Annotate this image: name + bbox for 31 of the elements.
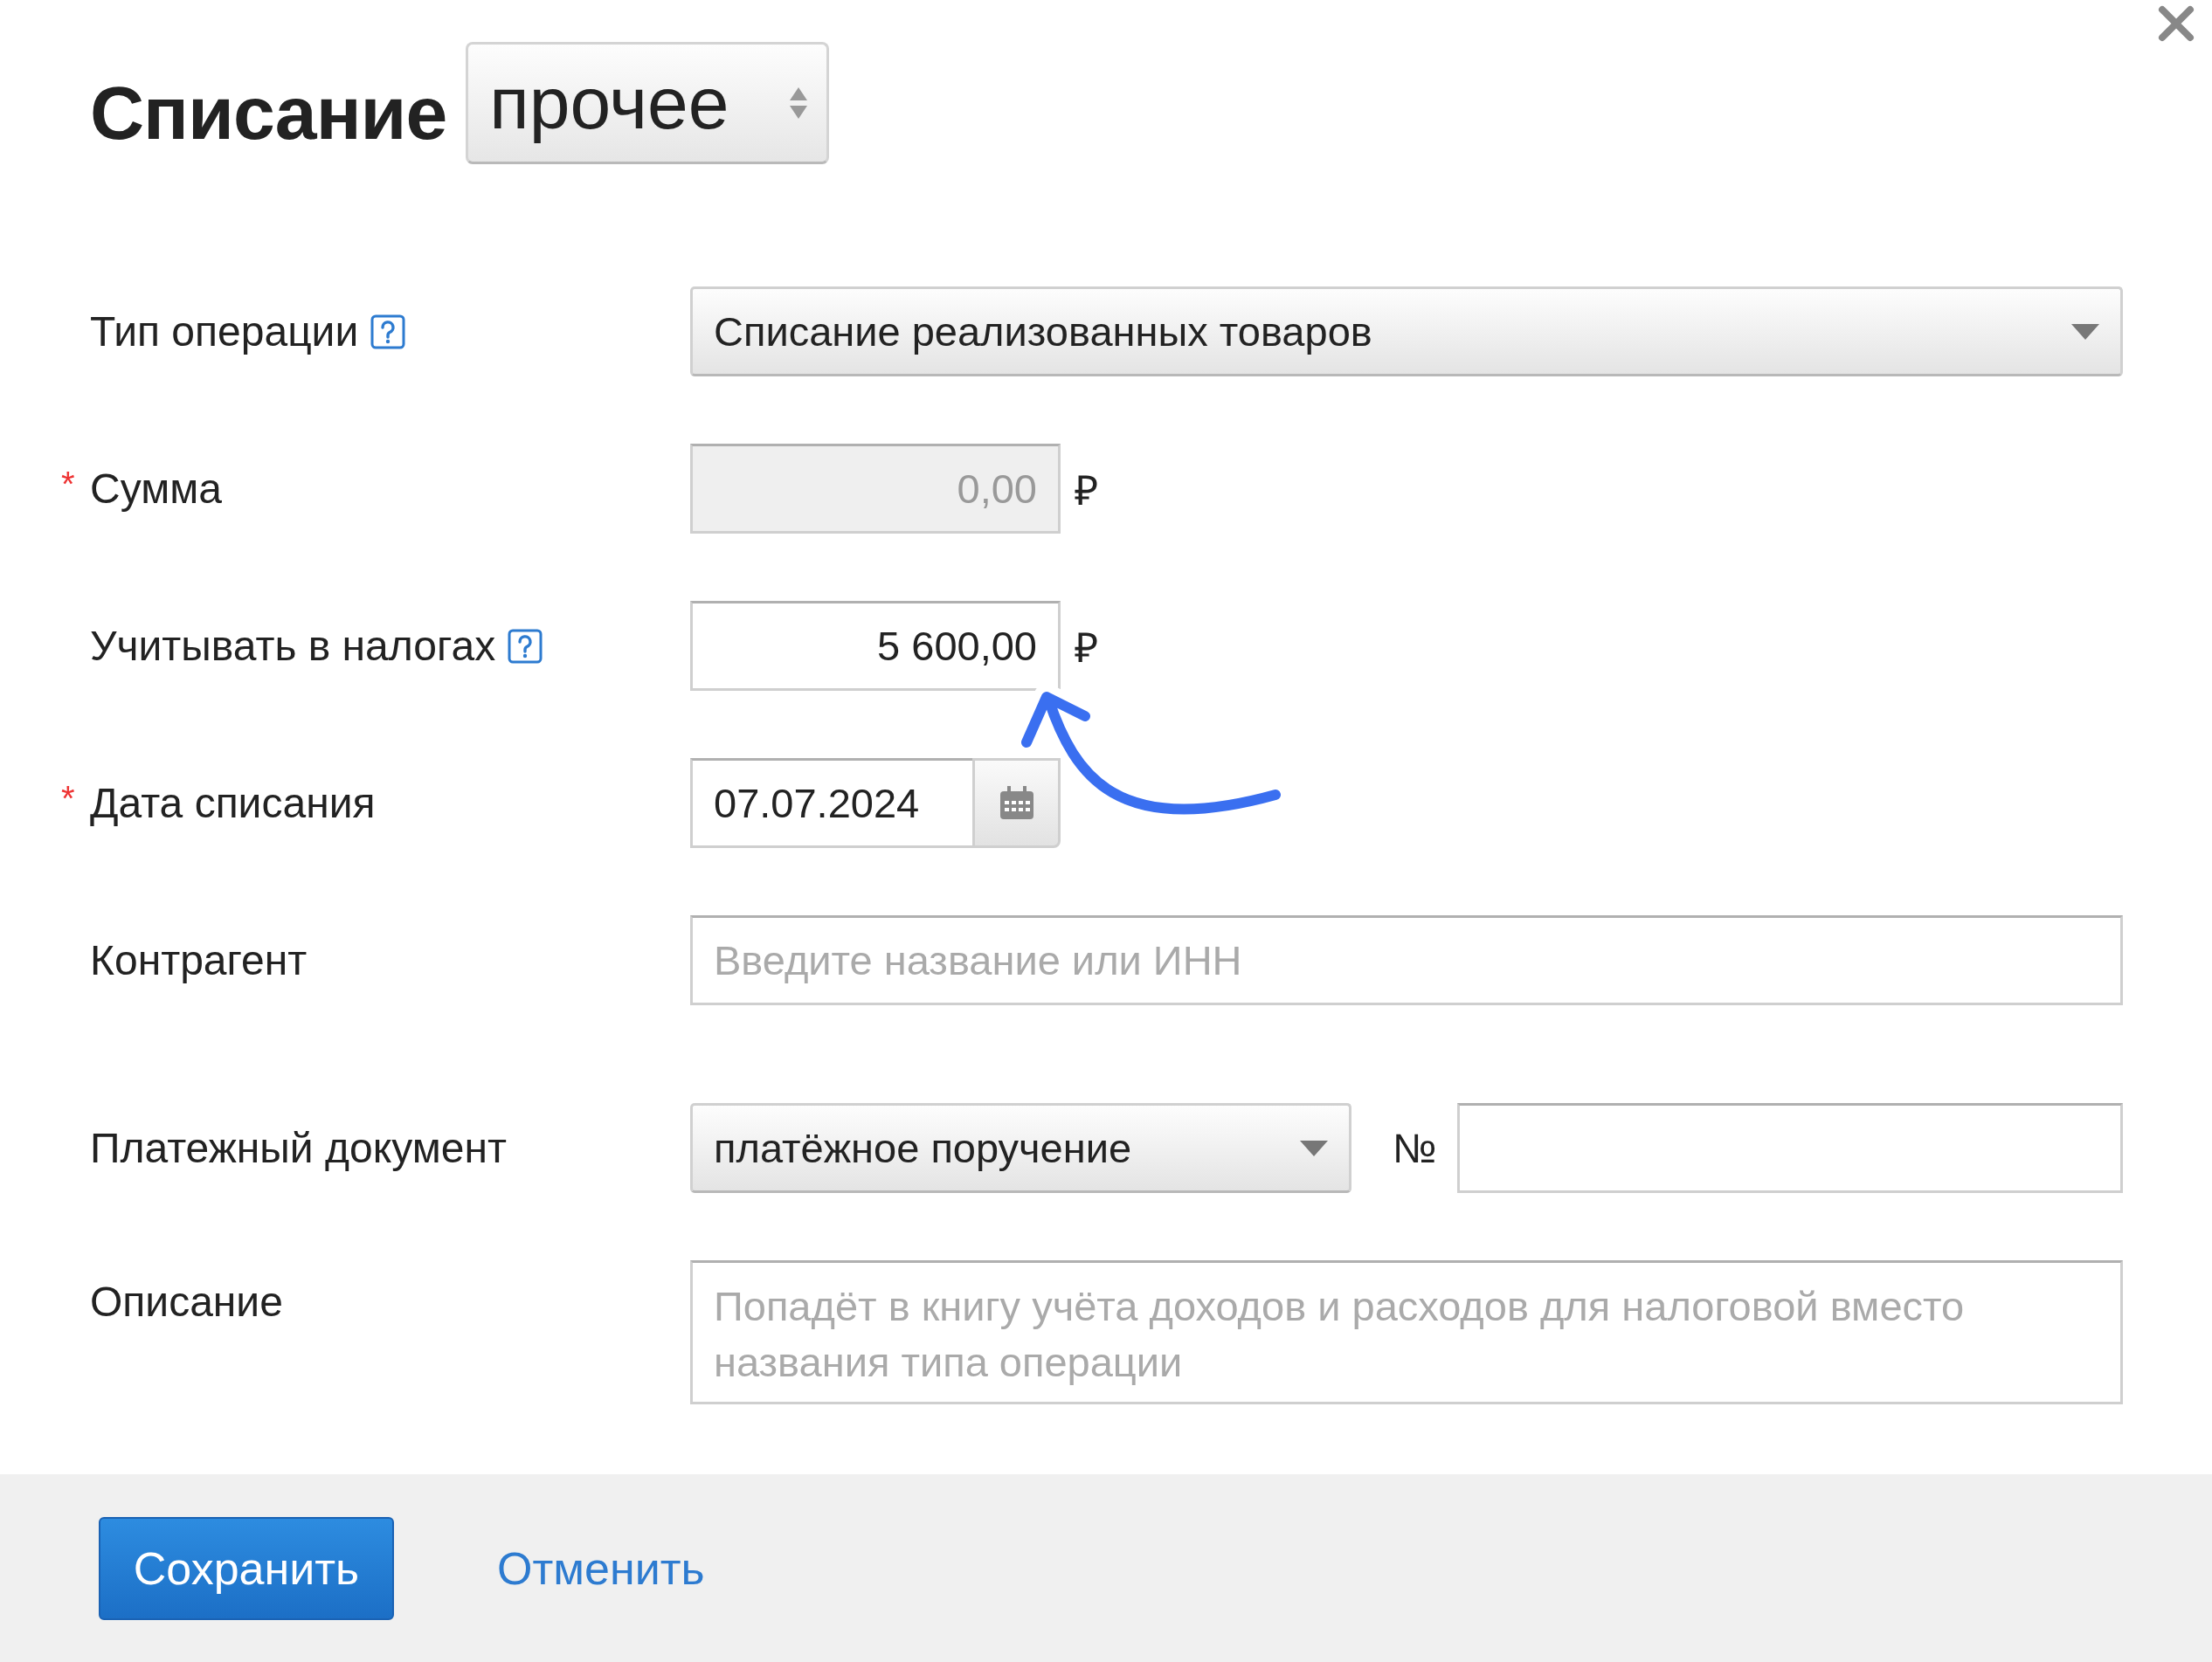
currency-sign: ₽ (1075, 465, 1098, 515)
required-mark: * (61, 465, 76, 504)
type-select[interactable]: прочее (466, 42, 830, 164)
date-field[interactable]: 07.07.2024 (690, 758, 972, 848)
field-label: Контрагент (90, 936, 308, 984)
document-number-field[interactable] (1457, 1103, 2123, 1193)
dialog-title: Списание (90, 70, 447, 156)
field-label: Описание (90, 1278, 283, 1326)
close-icon (2158, 5, 2195, 42)
field-label: Платежный документ (90, 1124, 507, 1172)
calendar-button[interactable] (972, 758, 1061, 848)
caret-icon (2071, 323, 2099, 340)
caret-icon (1300, 1140, 1328, 1156)
save-button[interactable]: Сохранить (99, 1516, 394, 1620)
cancel-link[interactable]: Отменить (497, 1541, 705, 1595)
field-label: Сумма (90, 465, 222, 513)
field-label: Учитывать в налогах (90, 622, 496, 670)
help-icon[interactable] (370, 314, 406, 349)
up-down-arrows-icon (790, 87, 808, 119)
number-label: № (1393, 1124, 1437, 1172)
field-label: Тип операции (90, 307, 359, 355)
field-label: Дата списания (90, 779, 376, 827)
amount-field[interactable]: 5 600,00 (690, 601, 1061, 691)
counterparty-field[interactable]: Введите название или ИНН (690, 915, 2123, 1005)
description-field[interactable]: Попадёт в книгу учёта доходов и расходов для налоговой вместо названия типа операции (690, 1260, 2123, 1404)
help-icon[interactable] (508, 628, 543, 664)
operation-type-dropdown[interactable]: Списание реализованных товаров (690, 286, 2123, 376)
currency-sign: ₽ (1075, 623, 1098, 672)
required-mark: * (61, 779, 76, 818)
close-button[interactable] (2158, 5, 2195, 42)
document-type-dropdown[interactable]: платёжное поручение (690, 1103, 1351, 1193)
